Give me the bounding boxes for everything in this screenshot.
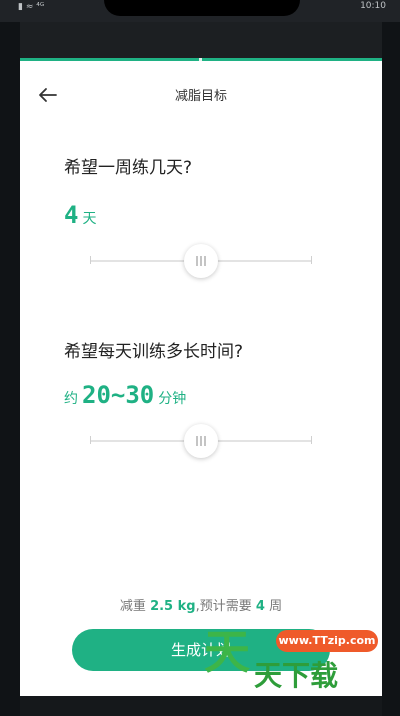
duration-value: 20~30: [82, 381, 155, 409]
status-time: 10:10: [360, 1, 386, 11]
phone-frame: ▮ ≈ ⁴ᴳ 10:10 减脂目标 希望一周练几天? 4天 希望每天训练多长时间…: [0, 0, 400, 716]
top-bar-background: [20, 22, 382, 58]
plan-summary: 减重 2.5 kg,预计需要 4 周: [20, 595, 382, 614]
bottom-bezel: [20, 696, 382, 716]
summary-weeks: 4: [255, 599, 265, 614]
days-slider-max-tick: [311, 256, 312, 264]
watermark-url: www.TTzip.com: [276, 630, 378, 652]
days-question: 希望一周练几天?: [64, 158, 193, 178]
signal-indicator: ▮ ≈ ⁴ᴳ: [18, 2, 45, 12]
duration-slider-min-tick: [90, 436, 91, 444]
summary-tail: 周: [269, 599, 283, 614]
summary-mid: ,预计需要: [195, 599, 252, 614]
goal-screen: 减脂目标 希望一周练几天? 4天 希望每天训练多长时间? 约 20~30 分钟 减重…: [20, 61, 382, 716]
grip-line: [196, 256, 198, 266]
duration-slider-max-tick: [311, 436, 312, 444]
summary-lead: 减重: [119, 599, 146, 614]
page-title: 减脂目标: [174, 89, 227, 104]
grip-line: [204, 256, 206, 266]
watermark: 天 www.TTzip.com 天下载: [204, 622, 384, 692]
days-value: 4: [64, 201, 79, 229]
watermark-logo-char: 天: [204, 625, 250, 679]
duration-unit: 分钟: [158, 391, 187, 407]
watermark-text: 天下载: [254, 659, 339, 692]
camera-notch: [104, 0, 300, 16]
duration-answer: 约 20~30 分钟: [64, 381, 186, 409]
duration-slider-thumb[interactable]: [184, 424, 218, 458]
grip-line: [196, 436, 198, 446]
days-slider-thumb[interactable]: [184, 244, 218, 278]
grip-line: [200, 436, 202, 446]
duration-prefix: 约: [64, 391, 78, 407]
grip-line: [204, 436, 206, 446]
days-unit: 天: [82, 211, 97, 227]
grip-line: [200, 256, 202, 266]
days-answer: 4天: [64, 201, 96, 229]
duration-question: 希望每天训练多长时间?: [64, 342, 244, 362]
summary-weight: 2.5 kg: [150, 599, 196, 614]
days-slider-min-tick: [90, 256, 91, 264]
